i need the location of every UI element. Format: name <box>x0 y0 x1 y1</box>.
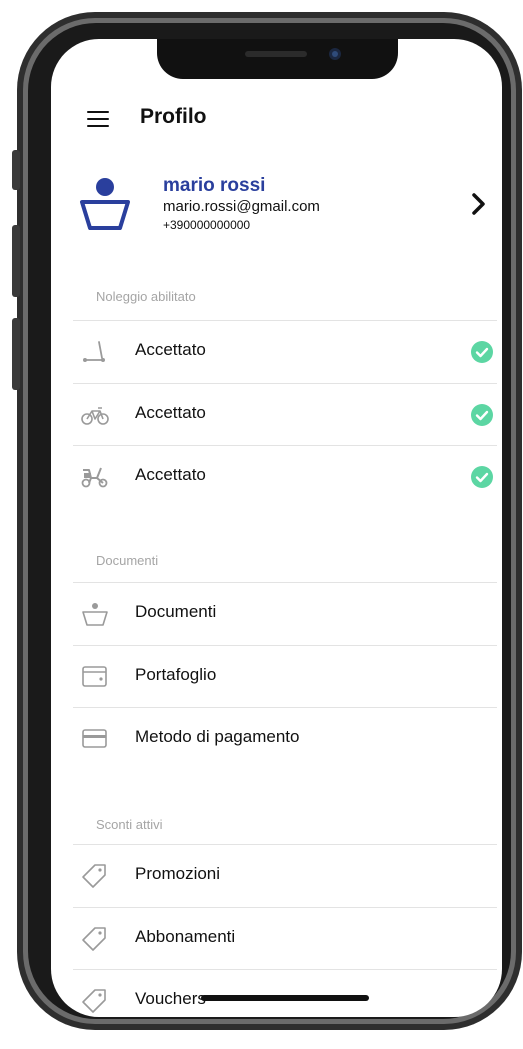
user-name: mario rossi <box>163 175 266 196</box>
section-label-discounts: Sconti attivi <box>96 817 163 832</box>
front-camera <box>329 48 341 60</box>
discounts-item-label: Abbonamenti <box>135 927 236 946</box>
tag-icon <box>82 927 106 951</box>
check-circle-icon <box>471 341 493 363</box>
user-document-icon <box>82 603 108 626</box>
rental-item-label: Accettato <box>135 340 206 359</box>
check-circle-icon <box>471 404 493 426</box>
check-circle-icon <box>471 466 493 488</box>
tag-icon <box>82 864 106 888</box>
discounts-item-vouchers[interactable]: Vouchers <box>51 970 502 1017</box>
home-indicator[interactable] <box>201 995 369 1001</box>
side-button-volume-down <box>12 318 20 390</box>
rental-item-scooter[interactable]: Accettato <box>51 321 502 383</box>
discounts-item-label: Promozioni <box>135 864 221 883</box>
rental-item-bicycle[interactable]: Accettato <box>51 384 502 446</box>
documents-item-payment-method[interactable]: Metodo di pagamento <box>51 708 502 770</box>
documents-item-label: Portafoglio <box>135 665 217 684</box>
tag-icon <box>82 989 106 1013</box>
rental-item-label: Accettato <box>135 465 206 484</box>
app-header: Profilo <box>51 97 502 141</box>
credit-card-icon <box>82 729 107 748</box>
user-avatar-icon <box>80 178 130 230</box>
hamburger-menu-icon[interactable] <box>87 111 109 127</box>
profile-card[interactable]: mario rossi mario.rossi@gmail.com +39000… <box>51 164 502 244</box>
documents-item-documenti[interactable]: Documenti <box>51 583 502 645</box>
discounts-item-promozioni[interactable]: Promozioni <box>51 845 502 907</box>
documents-item-label: Documenti <box>135 602 217 621</box>
bicycle-icon <box>81 407 109 425</box>
documents-item-portafoglio[interactable]: Portafoglio <box>51 646 502 708</box>
notch <box>157 39 398 79</box>
chevron-right-icon[interactable] <box>471 192 487 216</box>
speaker <box>245 51 307 57</box>
section-label-rental: Noleggio abilitato <box>96 289 196 304</box>
discounts-item-abbonamenti[interactable]: Abbonamenti <box>51 908 502 970</box>
side-button-mute <box>12 150 20 190</box>
documents-item-label: Metodo di pagamento <box>135 727 300 746</box>
wallet-icon <box>82 666 107 687</box>
section-label-documents: Documenti <box>96 553 159 568</box>
phone-screen: Profilo mario rossi mario.rossi@gmail.co… <box>51 39 502 1017</box>
user-phone: +390000000000 <box>163 218 251 232</box>
page-title: Profilo <box>140 105 207 128</box>
side-button-volume-up <box>12 225 20 297</box>
discounts-item-label: Vouchers <box>135 989 206 1008</box>
rental-item-label: Accettato <box>135 403 206 422</box>
user-email: mario.rossi@gmail.com <box>163 198 320 215</box>
moped-icon <box>81 467 108 488</box>
scooter-icon <box>83 341 105 362</box>
rental-item-moped[interactable]: Accettato <box>51 446 502 508</box>
